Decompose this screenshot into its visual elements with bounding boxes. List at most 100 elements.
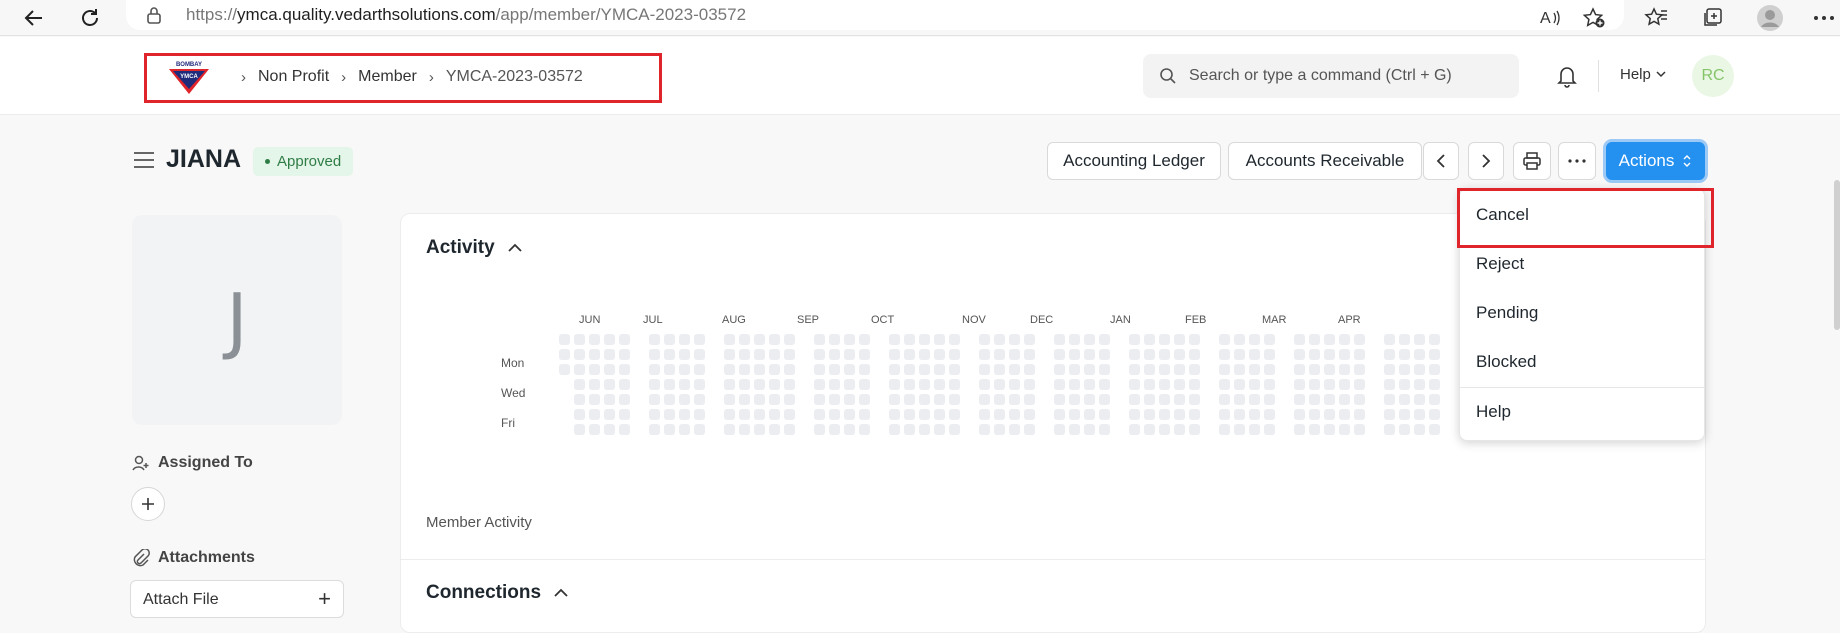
read-aloud-icon[interactable]: A [1536, 4, 1564, 32]
add-favorite-icon[interactable] [1580, 4, 1608, 32]
heatmap-cell [649, 334, 660, 345]
heatmap-cell [859, 379, 870, 390]
heatmap-cell [1414, 349, 1425, 360]
activity-section-toggle[interactable]: Activity [426, 237, 523, 259]
more-menu-icon[interactable] [1810, 4, 1838, 32]
heatmap-cell [1009, 379, 1020, 390]
accounts-receivable-button[interactable]: Accounts Receivable [1228, 142, 1422, 180]
add-assignee-button[interactable] [131, 487, 165, 521]
heatmap-cell [559, 349, 570, 360]
next-record-button[interactable] [1468, 142, 1504, 180]
heatmap-cell [784, 394, 795, 405]
heatmap-cell [1174, 394, 1185, 405]
heatmap-cell [1099, 379, 1110, 390]
help-dropdown[interactable]: Help [1620, 66, 1667, 83]
heatmap-cell [859, 424, 870, 435]
heatmap-cell [979, 379, 990, 390]
address-bar[interactable]: https://ymca.quality.vedarthsolutions.co… [126, 0, 1624, 30]
bell-icon[interactable] [1556, 64, 1578, 93]
heatmap-cell [1084, 364, 1095, 375]
heatmap-cell [1189, 409, 1200, 420]
ymca-logo[interactable]: BOMBAY YMCA [167, 60, 211, 96]
heatmap-cell [1414, 379, 1425, 390]
back-arrow-icon[interactable] [20, 4, 48, 32]
heatmap-cell [859, 409, 870, 420]
heatmap-cell [769, 409, 780, 420]
heatmap-cell [589, 424, 600, 435]
heatmap-cell [769, 424, 780, 435]
heatmap-cell [574, 334, 585, 345]
heatmap-cell [829, 334, 840, 345]
more-options-button[interactable] [1558, 142, 1596, 180]
menu-item-cancel[interactable]: Cancel [1476, 205, 1529, 225]
heatmap-cell [1249, 394, 1260, 405]
breadcrumb-current[interactable]: YMCA-2023-03572 [446, 68, 583, 86]
heatmap-cell [739, 394, 750, 405]
actions-button[interactable]: Actions [1606, 142, 1705, 180]
avatar[interactable]: RC [1692, 55, 1734, 97]
heatmap-cell [679, 424, 690, 435]
menu-item-reject[interactable]: Reject [1476, 254, 1524, 274]
heatmap-cell [1009, 409, 1020, 420]
heatmap-cell [784, 334, 795, 345]
heatmap-cell [1339, 409, 1350, 420]
heatmap-cell [754, 334, 765, 345]
page-scrollbar[interactable] [1834, 180, 1840, 330]
menu-item-blocked[interactable]: Blocked [1476, 352, 1536, 372]
status-badge: Approved [253, 147, 354, 176]
sidebar-toggle-icon[interactable] [133, 151, 155, 174]
heatmap-cell [1384, 364, 1395, 375]
collections-icon[interactable] [1698, 4, 1726, 32]
heatmap-cell [784, 409, 795, 420]
breadcrumb-member[interactable]: Member [358, 68, 417, 86]
heatmap-cell [1399, 364, 1410, 375]
heatmap-cell [814, 349, 825, 360]
attach-file-button[interactable]: Attach File + [130, 580, 344, 618]
heatmap-cell [1144, 394, 1155, 405]
favorites-icon[interactable] [1642, 4, 1670, 32]
connections-section-toggle[interactable]: Connections [426, 582, 569, 604]
menu-separator [1460, 387, 1704, 388]
heatmap-cell [1309, 394, 1320, 405]
more-horizontal-icon [1568, 159, 1586, 163]
heatmap-cell [1189, 424, 1200, 435]
heatmap-cell [739, 334, 750, 345]
print-button[interactable] [1513, 142, 1551, 180]
profile-icon[interactable] [1756, 4, 1784, 32]
heatmap-cell [979, 424, 990, 435]
menu-item-pending[interactable]: Pending [1476, 303, 1538, 323]
lock-icon [146, 6, 162, 29]
refresh-icon[interactable] [76, 4, 104, 32]
heatmap-cell [1009, 334, 1020, 345]
search-input[interactable]: Search or type a command (Ctrl + G) [1143, 54, 1519, 98]
paperclip-icon [133, 549, 150, 567]
heatmap-cell [1054, 394, 1065, 405]
accounting-ledger-button[interactable]: Accounting Ledger [1047, 142, 1221, 180]
previous-record-button[interactable] [1423, 142, 1459, 180]
heatmap-cell [769, 379, 780, 390]
heatmap-cell [1159, 379, 1170, 390]
heatmap-cell [1354, 364, 1365, 375]
heatmap-cell [769, 394, 780, 405]
heatmap-cell [604, 424, 615, 435]
heatmap-cell [1099, 334, 1110, 345]
heatmap-cell [1174, 424, 1185, 435]
heatmap-cell [1219, 379, 1230, 390]
url-text: https://ymca.quality.vedarthsolutions.co… [186, 5, 747, 24]
heatmap-cell [979, 394, 990, 405]
heatmap-cell [1054, 424, 1065, 435]
heatmap-cell [1429, 349, 1440, 360]
breadcrumb: BOMBAY YMCA › Non Profit › Member › YMCA… [144, 53, 662, 103]
heatmap-cell [1219, 334, 1230, 345]
heatmap-cell [904, 379, 915, 390]
heatmap-cell [1159, 334, 1170, 345]
heatmap-cell [619, 379, 630, 390]
menu-item-help[interactable]: Help [1476, 402, 1511, 422]
heatmap-cell [949, 409, 960, 420]
breadcrumb-non-profit[interactable]: Non Profit [258, 68, 329, 86]
heatmap-cell [604, 409, 615, 420]
member-image-placeholder[interactable]: J [132, 215, 342, 425]
heatmap-cell [1069, 379, 1080, 390]
heatmap-cell [1264, 424, 1275, 435]
heatmap-cell [1054, 364, 1065, 375]
